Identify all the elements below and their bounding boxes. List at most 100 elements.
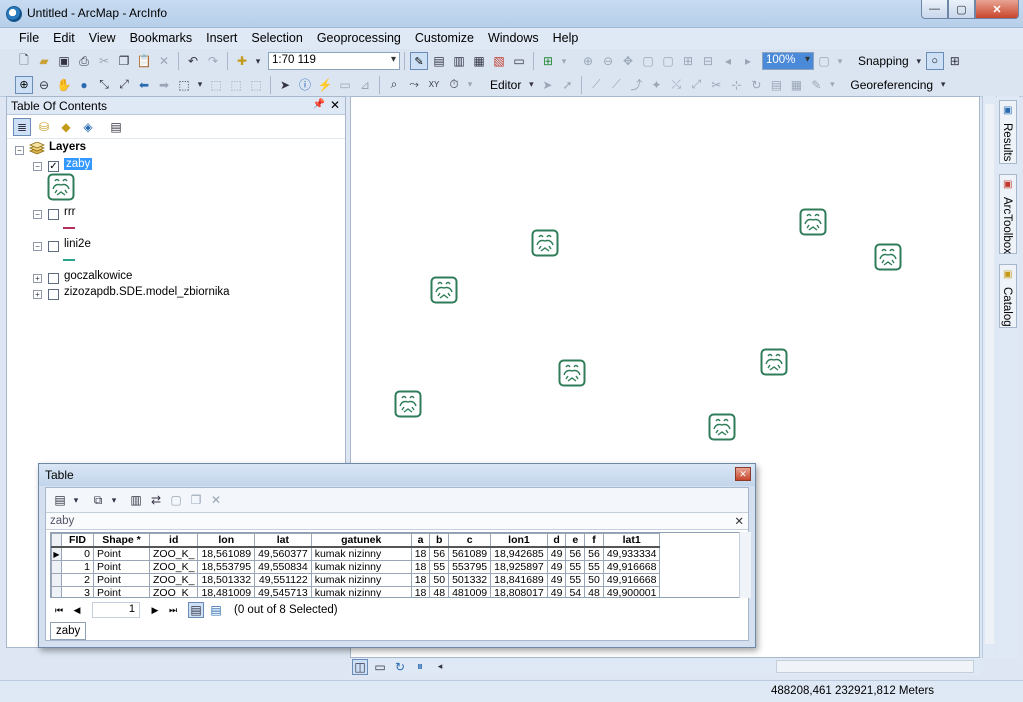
fixed-zoom-out-icon[interactable]: ⤢ bbox=[116, 77, 132, 93]
table-of-contents-window-icon[interactable]: ▤ bbox=[431, 53, 447, 69]
layout-view-icon[interactable]: ▭ bbox=[372, 659, 388, 675]
copy-icon[interactable]: ❐ bbox=[116, 53, 132, 69]
fixed-zoom-in-icon[interactable]: ⤡ bbox=[96, 77, 112, 93]
python-window-icon[interactable]: ▭ bbox=[511, 53, 527, 69]
table-cell[interactable]: 561089 bbox=[448, 546, 492, 561]
row-selector-current-icon[interactable]: ▶ bbox=[51, 546, 62, 561]
frog-marker-icon[interactable] bbox=[708, 413, 736, 441]
cut-icon[interactable]: ✂ bbox=[96, 53, 112, 69]
column-header[interactable]: FID bbox=[61, 533, 94, 548]
more-tools-dropdown-icon[interactable]: ▾ bbox=[560, 53, 568, 69]
collapse-layer-rrr-icon[interactable]: − bbox=[33, 210, 42, 219]
back-extent-icon[interactable]: ⬅ bbox=[136, 77, 152, 93]
show-selected-records-icon[interactable]: ▤ bbox=[208, 602, 224, 618]
column-header[interactable]: e bbox=[565, 533, 586, 548]
pin-icon[interactable]: 📌 bbox=[313, 99, 325, 110]
html-popup-icon[interactable]: ▭ bbox=[337, 77, 353, 93]
straight-segment-icon[interactable]: ⟋ bbox=[588, 77, 604, 93]
table-cell[interactable]: 2 bbox=[61, 573, 94, 587]
add-data-icon[interactable]: ✚ bbox=[234, 53, 250, 69]
table-cell[interactable]: 1 bbox=[61, 560, 94, 574]
layers-root-label[interactable]: Layers bbox=[49, 141, 86, 153]
switch-selection-icon[interactable]: ⬚ bbox=[248, 77, 264, 93]
column-header[interactable]: lon1 bbox=[490, 533, 548, 548]
table-cell[interactable]: 18,841689 bbox=[490, 573, 548, 587]
layer-name-rrr[interactable]: rrr bbox=[64, 206, 76, 218]
measure-icon[interactable]: ⊿ bbox=[357, 77, 373, 93]
column-header[interactable]: a bbox=[410, 533, 431, 548]
table-cell[interactable]: Point bbox=[93, 560, 150, 574]
row-selector[interactable] bbox=[51, 560, 62, 574]
print-icon[interactable]: ⎙ bbox=[76, 53, 92, 69]
first-record-icon[interactable]: ⏮ bbox=[50, 605, 68, 616]
editor-dropdown-icon[interactable]: ▾ bbox=[527, 77, 535, 93]
related-tables-dropdown-icon[interactable]: ▾ bbox=[110, 492, 118, 508]
identify-icon[interactable]: ⓘ bbox=[297, 77, 313, 93]
next-extent-icon[interactable]: ▸ bbox=[740, 53, 756, 69]
zoom-in-icon[interactable]: ⊕ bbox=[15, 75, 33, 94]
table-cell[interactable]: 18,925897 bbox=[490, 560, 548, 574]
table-cell[interactable]: ZOO_K_ bbox=[148, 560, 199, 574]
menu-edit[interactable]: Edit bbox=[46, 28, 82, 49]
frog-marker-icon[interactable] bbox=[558, 359, 586, 387]
map-vertical-scrollbar[interactable] bbox=[982, 96, 996, 658]
menu-file[interactable]: File bbox=[12, 28, 46, 49]
zoom-to-selected-icon[interactable]: ⬚ bbox=[228, 77, 244, 93]
go-to-xy-icon[interactable]: XY bbox=[426, 77, 442, 93]
collapse-layer-lini2e-icon[interactable]: − bbox=[33, 242, 42, 251]
table-cell[interactable]: 55 bbox=[429, 560, 450, 574]
table-cell[interactable]: 481009 bbox=[448, 586, 492, 597]
catalog-window-icon[interactable]: ▥ bbox=[451, 53, 467, 69]
open-folder-icon[interactable]: ▰ bbox=[36, 53, 52, 69]
full-extent-icon[interactable]: ● bbox=[76, 77, 92, 93]
paste-icon[interactable]: 📋 bbox=[136, 53, 152, 69]
create-features-icon[interactable]: ✎ bbox=[808, 77, 824, 93]
table-cell[interactable]: 49,933334 bbox=[602, 546, 661, 561]
end-snapping-icon[interactable]: ⊞ bbox=[947, 53, 963, 69]
table-row[interactable]: ▶ 0 Point ZOO_K_ 18,561089 49,560377 kum… bbox=[51, 546, 661, 561]
table-cell[interactable]: ZOO_K_ bbox=[148, 573, 199, 587]
column-header[interactable]: lon bbox=[197, 533, 256, 548]
menu-windows[interactable]: Windows bbox=[481, 28, 546, 49]
layout-pan-icon[interactable]: ✥ bbox=[620, 53, 636, 69]
catalog-tab[interactable]: ▣ Catalog bbox=[999, 264, 1017, 328]
sketch-properties-icon[interactable]: ▦ bbox=[788, 77, 804, 93]
pause-drawing-icon[interactable]: ⏸ bbox=[412, 659, 428, 675]
table-cell[interactable]: kumak nizinny bbox=[310, 546, 412, 561]
previous-extent-icon[interactable]: ◂ bbox=[720, 53, 736, 69]
column-header[interactable]: c bbox=[448, 533, 492, 548]
arctoolbox-tab[interactable]: ▣ ArcToolbox bbox=[999, 174, 1017, 254]
table-layer-tab[interactable]: zaby ✕ bbox=[46, 512, 748, 530]
list-by-selection-icon[interactable]: ◈ bbox=[79, 118, 97, 136]
table-cell[interactable]: 55 bbox=[565, 573, 586, 587]
table-cell[interactable]: 49,560377 bbox=[254, 546, 312, 561]
select-by-attributes-icon[interactable]: ▥ bbox=[128, 492, 144, 508]
table-cell[interactable]: 56 bbox=[429, 546, 450, 561]
switch-selection-icon[interactable]: ⇄ bbox=[148, 492, 164, 508]
show-all-records-icon[interactable]: ▤ bbox=[188, 602, 204, 618]
last-record-icon[interactable]: ⏭ bbox=[164, 605, 182, 616]
table-row[interactable]: 3 Point ZOO_K_ 18,481009 49,545713 kumak… bbox=[51, 586, 661, 597]
table-cell[interactable]: 0 bbox=[61, 546, 94, 561]
edit-annotation-icon[interactable]: ➚ bbox=[559, 77, 575, 93]
maximize-button[interactable]: ▢ bbox=[948, 0, 975, 19]
layer-visibility-checkbox-lini2e[interactable] bbox=[48, 241, 59, 252]
scroll-left-icon[interactable]: ◂ bbox=[432, 659, 448, 675]
time-slider-icon[interactable]: ⏱ bbox=[446, 77, 462, 93]
expand-layer-goczalkowice-icon[interactable]: + bbox=[33, 274, 42, 283]
results-tab[interactable]: ▣ Results bbox=[999, 100, 1017, 164]
add-data-dropdown-icon[interactable]: ▾ bbox=[254, 53, 262, 69]
table-cell[interactable]: 18 bbox=[410, 560, 431, 574]
zoom-whole-page-icon[interactable]: ▢ bbox=[640, 53, 656, 69]
frog-marker-icon[interactable] bbox=[760, 348, 788, 376]
search-window-icon[interactable]: ▦ bbox=[471, 53, 487, 69]
column-header[interactable]: gatunek bbox=[310, 533, 412, 548]
map-horizontal-scrollbar[interactable] bbox=[776, 660, 974, 673]
frog-symbol-icon[interactable] bbox=[47, 173, 75, 201]
collapse-layer-zaby-icon[interactable]: − bbox=[33, 162, 42, 171]
cut-polygons-icon[interactable]: ✂ bbox=[708, 77, 724, 93]
column-header[interactable]: f bbox=[584, 533, 604, 548]
snapping-dropdown-icon[interactable]: ▾ bbox=[915, 53, 923, 69]
table-cell[interactable]: 553795 bbox=[448, 560, 492, 574]
overflow-chevron-icon[interactable]: ▾ bbox=[828, 77, 836, 93]
